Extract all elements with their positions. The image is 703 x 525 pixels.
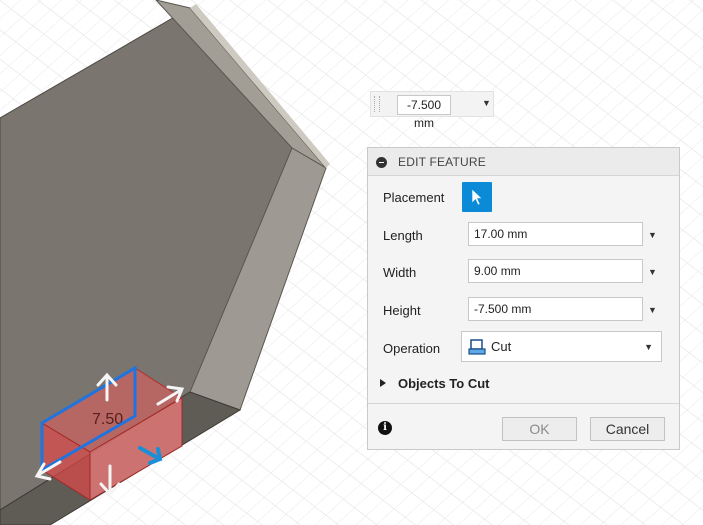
chevron-down-icon[interactable]: ▼ [648, 267, 657, 277]
chevron-down-icon[interactable]: ▼ [648, 305, 657, 315]
length-label: Length [383, 228, 423, 243]
ok-button[interactable]: OK [502, 417, 577, 441]
cut-operation-icon [468, 339, 486, 355]
operation-value: Cut [491, 339, 512, 354]
objects-to-cut-label[interactable]: Objects To Cut [398, 376, 489, 391]
placement-select-button[interactable] [462, 182, 492, 212]
width-label: Width [383, 265, 417, 280]
placement-label: Placement [383, 190, 445, 205]
operation-select[interactable]: Cut ▼ [461, 331, 662, 362]
drag-grip[interactable] [374, 96, 380, 112]
height-label: Height [383, 303, 421, 318]
height-input[interactable]: -7.500 mm [468, 297, 643, 321]
collapse-icon[interactable] [376, 157, 387, 168]
floating-value-field[interactable]: -7.500 mm [397, 95, 451, 130]
width-input[interactable]: 9.00 mm [468, 259, 643, 283]
edit-feature-panel: EDIT FEATURE Placement Length 17.00 mm ▼… [367, 147, 680, 450]
chevron-down-icon[interactable]: ▼ [648, 230, 657, 240]
floating-distance-input[interactable]: -7.500 mm ▼ [370, 91, 494, 130]
cursor-arrow-icon [471, 188, 483, 206]
panel-title: EDIT FEATURE [398, 155, 486, 169]
cancel-button[interactable]: Cancel [590, 417, 665, 441]
panel-header: EDIT FEATURE [368, 148, 679, 176]
chevron-down-icon[interactable]: ▼ [482, 98, 491, 108]
length-input[interactable]: 17.00 mm [468, 222, 643, 246]
expand-triangle-icon[interactable] [380, 379, 386, 387]
info-icon[interactable]: i [378, 421, 392, 435]
chevron-down-icon[interactable]: ▼ [644, 342, 653, 352]
panel-footer: i OK Cancel [368, 403, 679, 450]
operation-label: Operation [383, 341, 441, 356]
